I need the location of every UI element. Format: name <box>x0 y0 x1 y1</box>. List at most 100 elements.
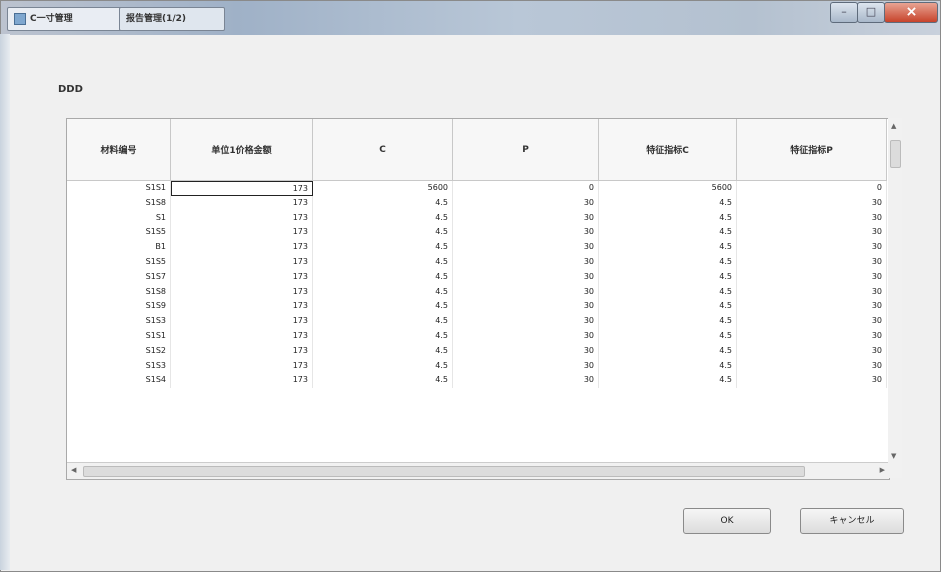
table-cell[interactable]: S1S2 <box>67 343 171 359</box>
table-cell[interactable]: 4.5 <box>313 284 453 300</box>
cancel-button[interactable]: キャンセル <box>800 508 904 534</box>
table-cell[interactable]: 4.5 <box>313 269 453 285</box>
table-row[interactable]: S1S8 173 4.5 30 4.5 30 <box>67 195 889 211</box>
scroll-up-icon[interactable]: ▲ <box>891 122 896 130</box>
table-cell[interactable]: 5600 <box>313 181 453 196</box>
table-cell[interactable]: 4.5 <box>599 255 737 270</box>
table-cell[interactable]: 4.5 <box>313 373 453 389</box>
table-row[interactable]: S1S7 173 4.5 30 4.5 30 <box>67 269 889 285</box>
column-header-feature-p[interactable]: 特征指标P <box>737 119 887 181</box>
table-cell[interactable]: 4.5 <box>599 225 737 241</box>
table-cell[interactable]: 4.5 <box>599 358 737 374</box>
table-cell[interactable]: 30 <box>737 358 887 374</box>
table-cell[interactable]: 30 <box>453 284 599 300</box>
table-cell[interactable]: S1S1 <box>67 329 171 344</box>
table-row[interactable]: S1S4 173 4.5 30 4.5 30 <box>67 373 889 389</box>
table-cell[interactable]: 30 <box>453 210 599 226</box>
vertical-scrollbar[interactable]: ▲ ▼ <box>888 118 902 478</box>
table-cell[interactable]: 30 <box>453 343 599 359</box>
table-cell[interactable]: 30 <box>737 284 887 300</box>
table-cell[interactable]: S1S8 <box>67 284 171 300</box>
table-cell[interactable]: 173 <box>171 329 313 344</box>
table-cell[interactable]: 173 <box>171 210 313 226</box>
scroll-right-icon[interactable]: ▶ <box>880 466 885 474</box>
table-cell[interactable]: S1S4 <box>67 373 171 389</box>
data-grid[interactable]: 材料编号 单位1价格金额 C P 特征指标C 特征指标P S1S1 173 5600… <box>66 118 890 480</box>
table-cell[interactable]: 4.5 <box>599 284 737 300</box>
table-cell[interactable]: 30 <box>453 299 599 315</box>
table-cell[interactable]: S1S8 <box>67 195 171 211</box>
table-cell[interactable]: 4.5 <box>313 329 453 344</box>
table-row[interactable]: S1S5 173 4.5 30 4.5 30 <box>67 225 889 241</box>
table-row[interactable]: S1S5 173 4.5 30 4.5 30 <box>67 255 889 270</box>
table-cell[interactable]: S1 <box>67 210 171 226</box>
column-header-c[interactable]: C <box>313 119 453 181</box>
table-cell[interactable]: 4.5 <box>313 195 453 211</box>
table-cell[interactable]: 4.5 <box>313 210 453 226</box>
table-row[interactable]: S1S8 173 4.5 30 4.5 30 <box>67 284 889 300</box>
table-cell[interactable]: 4.5 <box>313 299 453 315</box>
scroll-down-icon[interactable]: ▼ <box>891 452 896 460</box>
table-cell[interactable]: 173 <box>171 284 313 300</box>
table-cell[interactable]: S1S5 <box>67 255 171 270</box>
table-cell[interactable]: 30 <box>737 343 887 359</box>
table-cell[interactable]: 0 <box>737 181 887 196</box>
table-cell[interactable]: 4.5 <box>599 299 737 315</box>
table-row[interactable]: S1S1 173 5600 0 5600 0 <box>67 181 889 196</box>
table-cell[interactable]: 30 <box>737 210 887 226</box>
table-row[interactable]: S1S9 173 4.5 30 4.5 30 <box>67 299 889 315</box>
table-cell[interactable]: 30 <box>737 195 887 211</box>
column-header-p[interactable]: P <box>453 119 599 181</box>
table-cell[interactable]: 30 <box>737 269 887 285</box>
table-cell[interactable]: 30 <box>453 225 599 241</box>
table-row[interactable]: S1S2 173 4.5 30 4.5 30 <box>67 343 889 359</box>
table-cell[interactable]: 4.5 <box>313 240 453 255</box>
ok-button[interactable]: OK <box>683 508 771 534</box>
table-cell[interactable]: 30 <box>737 240 887 255</box>
table-cell[interactable]: S1S5 <box>67 225 171 241</box>
table-row[interactable]: S1S3 173 4.5 30 4.5 30 <box>67 358 889 374</box>
table-cell[interactable]: 30 <box>737 225 887 241</box>
maximize-button[interactable]: □ <box>857 2 885 23</box>
table-cell[interactable]: 30 <box>737 255 887 270</box>
table-row[interactable]: S1 173 4.5 30 4.5 30 <box>67 210 889 226</box>
table-cell[interactable]: 173 <box>171 225 313 241</box>
window-subtitle-tab[interactable]: 报告管理(1/2) <box>119 7 225 31</box>
table-cell[interactable]: 30 <box>737 314 887 329</box>
horizontal-scrollbar[interactable]: ◀ ▶ <box>67 462 889 479</box>
table-cell[interactable]: 30 <box>453 358 599 374</box>
table-cell[interactable]: 173 <box>171 299 313 315</box>
table-cell[interactable]: 4.5 <box>313 314 453 329</box>
table-cell[interactable]: 4.5 <box>599 373 737 389</box>
table-cell[interactable]: 30 <box>453 240 599 255</box>
close-button[interactable] <box>884 2 938 23</box>
table-cell[interactable]: S1S3 <box>67 358 171 374</box>
table-cell[interactable]: 0 <box>453 181 599 196</box>
table-cell[interactable]: 173 <box>171 269 313 285</box>
table-cell[interactable]: 4.5 <box>599 195 737 211</box>
table-cell[interactable]: 30 <box>737 329 887 344</box>
table-cell[interactable]: 173 <box>171 314 313 329</box>
table-cell[interactable]: 4.5 <box>313 343 453 359</box>
table-cell[interactable]: S1S3 <box>67 314 171 329</box>
table-cell[interactable]: 5600 <box>599 181 737 196</box>
table-cell[interactable]: 4.5 <box>599 314 737 329</box>
scroll-left-icon[interactable]: ◀ <box>71 466 76 474</box>
table-cell[interactable]: 173 <box>171 240 313 255</box>
table-cell[interactable]: 30 <box>453 255 599 270</box>
table-cell[interactable]: 4.5 <box>599 240 737 255</box>
table-cell[interactable]: 4.5 <box>599 329 737 344</box>
table-cell[interactable]: 4.5 <box>599 269 737 285</box>
column-header-feature-c[interactable]: 特征指标C <box>599 119 737 181</box>
table-cell[interactable]: 30 <box>737 299 887 315</box>
table-cell[interactable]: 4.5 <box>313 358 453 374</box>
window-title-tab[interactable]: C一寸管理 <box>7 7 133 31</box>
table-cell[interactable]: S1S9 <box>67 299 171 315</box>
minimize-button[interactable]: – <box>830 2 858 23</box>
table-cell[interactable]: 173 <box>171 181 313 196</box>
table-cell[interactable]: 30 <box>453 329 599 344</box>
table-cell[interactable]: 30 <box>453 195 599 211</box>
table-cell[interactable]: S1S7 <box>67 269 171 285</box>
table-cell[interactable]: 173 <box>171 358 313 374</box>
table-row[interactable]: S1S3 173 4.5 30 4.5 30 <box>67 314 889 329</box>
